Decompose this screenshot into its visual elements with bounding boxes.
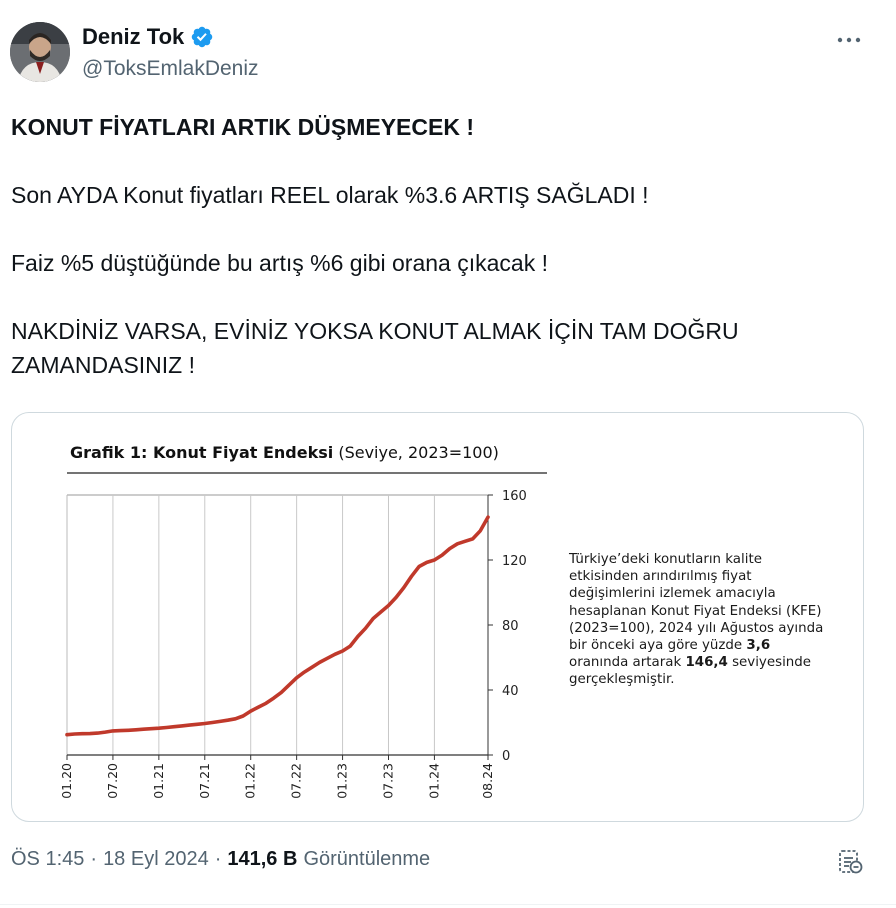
chart-description-part-1: Türkiye’deki konutların kalite etkisinde… <box>569 552 824 654</box>
avatar[interactable] <box>10 22 70 82</box>
x-tick-label: 01.20 <box>59 763 74 799</box>
author-handle[interactable]: @ToksEmlakDeniz <box>82 57 259 81</box>
chart-description-bold-1: 3,6 <box>746 638 771 654</box>
tweet-paragraph-1: Son AYDA Konut fiyatları REEL olarak %3.… <box>11 182 649 208</box>
divider <box>0 904 896 905</box>
x-tick-label: 07.23 <box>380 763 395 799</box>
tweet-paragraph-3: NAKDİNİZ VARSA, EVİNİZ YOKSA KONUT ALMAK… <box>11 318 746 378</box>
x-tick-label: 07.22 <box>289 763 304 799</box>
author-display-name[interactable]: Deniz Tok <box>82 24 184 50</box>
y-tick-label: 120 <box>502 554 527 569</box>
series-line <box>65 515 490 737</box>
x-tick-label: 01.21 <box>151 763 166 799</box>
x-tick-label: 07.21 <box>197 763 212 799</box>
tweet-date[interactable]: 18 Eyl 2024 <box>103 848 209 871</box>
avatar-image <box>10 22 70 82</box>
meta-separator: · <box>214 848 222 870</box>
tweet-headline: KONUT FİYATLARI ARTIK DÜŞMEYECEK ! <box>11 114 474 140</box>
x-tick-label: 07.20 <box>105 763 120 799</box>
chart-description-part-2: oranında artarak <box>569 655 686 671</box>
meta-separator: · <box>90 848 98 870</box>
y-tick-label: 0 <box>502 749 510 764</box>
x-tick-label: 01.23 <box>335 763 350 799</box>
y-tick-label: 80 <box>502 619 519 634</box>
y-tick-label: 40 <box>502 684 519 699</box>
chart-description-bold-2: 146,4 <box>685 655 728 671</box>
tweet-time[interactable]: ÖS 1:45 <box>11 848 84 871</box>
view-count: 141,6 B <box>227 848 298 870</box>
verified-badge-icon <box>192 26 213 48</box>
view-count-label: Görüntülenme <box>303 848 431 870</box>
y-tick-label: 160 <box>502 489 527 504</box>
tweet-media-image[interactable]: Grafik 1: Konut Fiyat Endeksi (Seviye, 2… <box>11 412 864 822</box>
more-horizontal-icon[interactable] <box>836 30 862 50</box>
tweet-meta: ÖS 1:45 · 18 Eyl 2024 · 141,6 B Görüntül… <box>11 848 430 871</box>
view-engagements-icon[interactable] <box>836 848 864 876</box>
x-tick-label: 08.24 <box>480 763 495 799</box>
chart-description: Türkiye’deki konutların kalite etkisinde… <box>569 551 829 689</box>
x-tick-label: 01.22 <box>243 763 258 799</box>
tweet-text: KONUT FİYATLARI ARTIK DÜŞMEYECEK ! Son A… <box>11 110 871 382</box>
x-tick-label: 01.24 <box>426 763 441 799</box>
tweet-paragraph-2: Faiz %5 düştüğünde bu artış %6 gibi oran… <box>11 250 548 276</box>
